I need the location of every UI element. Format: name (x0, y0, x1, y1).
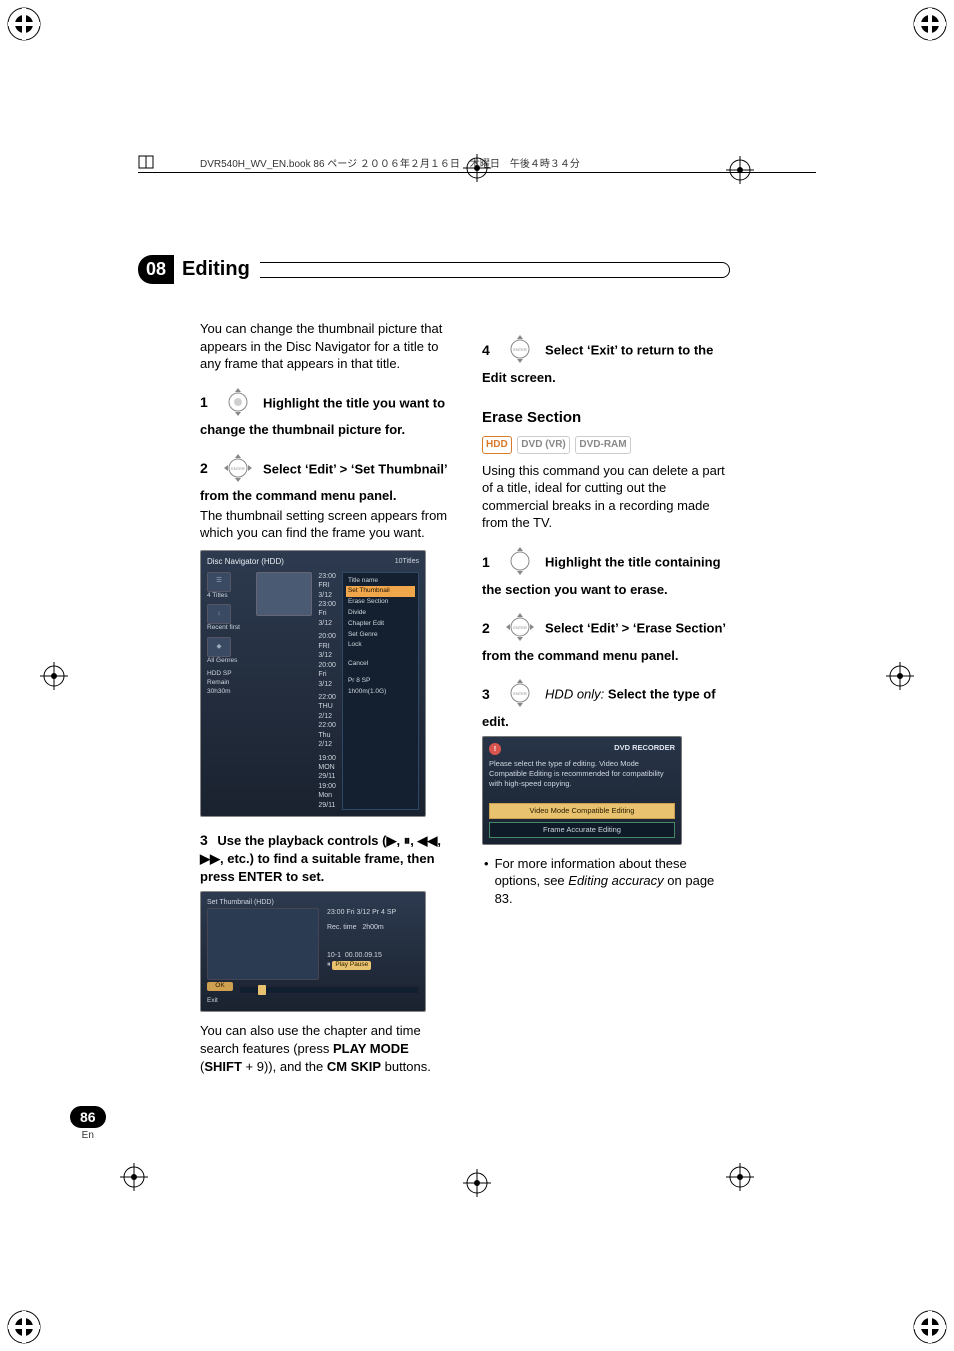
crosshair-icon (463, 1169, 491, 1197)
disc-navigator-screenshot: Disc Navigator (HDD) 10Titles ☰ 4 Titles… (200, 550, 426, 817)
book-icon (138, 154, 154, 170)
svg-text:ENTER: ENTER (514, 625, 528, 630)
enter-icon (503, 546, 537, 581)
page-footer: 86 En (70, 1106, 106, 1141)
step-1: 1 Highlight the title you want to change… (200, 387, 448, 439)
set-thumbnail-screenshot: Set Thumbnail (HDD) 23:00 Fri 3/12 Pr 4 … (200, 891, 426, 1012)
crosshair-icon (726, 1163, 754, 1191)
erase-intro: Using this command you can delete a part… (482, 462, 730, 532)
enter-icon: ENTER (503, 334, 537, 369)
chapter-header: 08 Editing (138, 255, 730, 284)
crosshair-icon (120, 1163, 148, 1191)
svg-text:ENTER: ENTER (232, 466, 246, 471)
context-menu: Title name Set Thumbnail Erase Section D… (342, 572, 419, 811)
intro-text: You can change the thumbnail picture tha… (200, 320, 448, 373)
step2-after: The thumbnail setting screen appears fro… (200, 507, 448, 542)
page-lang: En (70, 1130, 106, 1141)
erase-step-2: 2 ENTER Select ‘Edit’ > ‘Erase Section’ … (482, 612, 730, 664)
crosshair-icon (40, 662, 68, 690)
enter-icon: ENTER (503, 612, 537, 647)
erase-step-3: 3 ENTER HDD only: Select the type of edi… (482, 678, 730, 730)
enter-icon: ENTER (503, 678, 537, 713)
book-line-text: DVR540H_WV_EN.book 86 ページ ２００６年２月１６日 木曜日… (200, 155, 580, 170)
dialog-option-2: Frame Accurate Editing (489, 822, 675, 838)
step-3: 3 Use the playback controls (▶, ⏸, ◀◀, ▶… (200, 831, 448, 885)
crosshair-icon (886, 662, 914, 690)
dialog-option-1: Video Mode Compatible Editing (489, 803, 675, 819)
reg-mark-icon (912, 6, 948, 42)
chapter-number: 08 (138, 255, 174, 284)
framemaker-header: DVR540H_WV_EN.book 86 ページ ２００６年２月１６日 木曜日… (138, 154, 816, 173)
reg-mark-icon (912, 1309, 948, 1345)
left-column: You can change the thumbnail picture tha… (200, 320, 448, 1083)
edit-type-dialog: ! DVD RECORDER Please select the type of… (482, 736, 682, 845)
reg-mark-icon (6, 1309, 42, 1345)
erase-step-1: 1 Highlight the title containing the sec… (482, 546, 730, 598)
erase-section-heading: Erase Section (482, 408, 730, 428)
right-column: 4 ENTER Select ‘Exit’ to return to the E… (482, 320, 730, 1083)
step-4: 4 ENTER Select ‘Exit’ to return to the E… (482, 334, 730, 386)
svg-text:ENTER: ENTER (514, 691, 528, 696)
chapter-rule (260, 262, 730, 278)
enter-icon (221, 387, 255, 422)
chapter-title: Editing (182, 258, 250, 281)
page-number: 86 (70, 1106, 106, 1128)
warning-icon: ! (489, 743, 501, 755)
bullet-note: • For more information about these optio… (482, 855, 730, 908)
svg-text:ENTER: ENTER (514, 347, 528, 352)
after-panel2-text: You can also use the chapter and time se… (200, 1022, 448, 1075)
media-badges: HDD DVD (VR) DVD-RAM (482, 434, 730, 454)
step-2: 2 ENTER Select ‘Edit’ > ‘Set Thumbnail’ … (200, 453, 448, 505)
reg-mark-icon (6, 6, 42, 42)
enter-icon: ENTER (221, 453, 255, 488)
